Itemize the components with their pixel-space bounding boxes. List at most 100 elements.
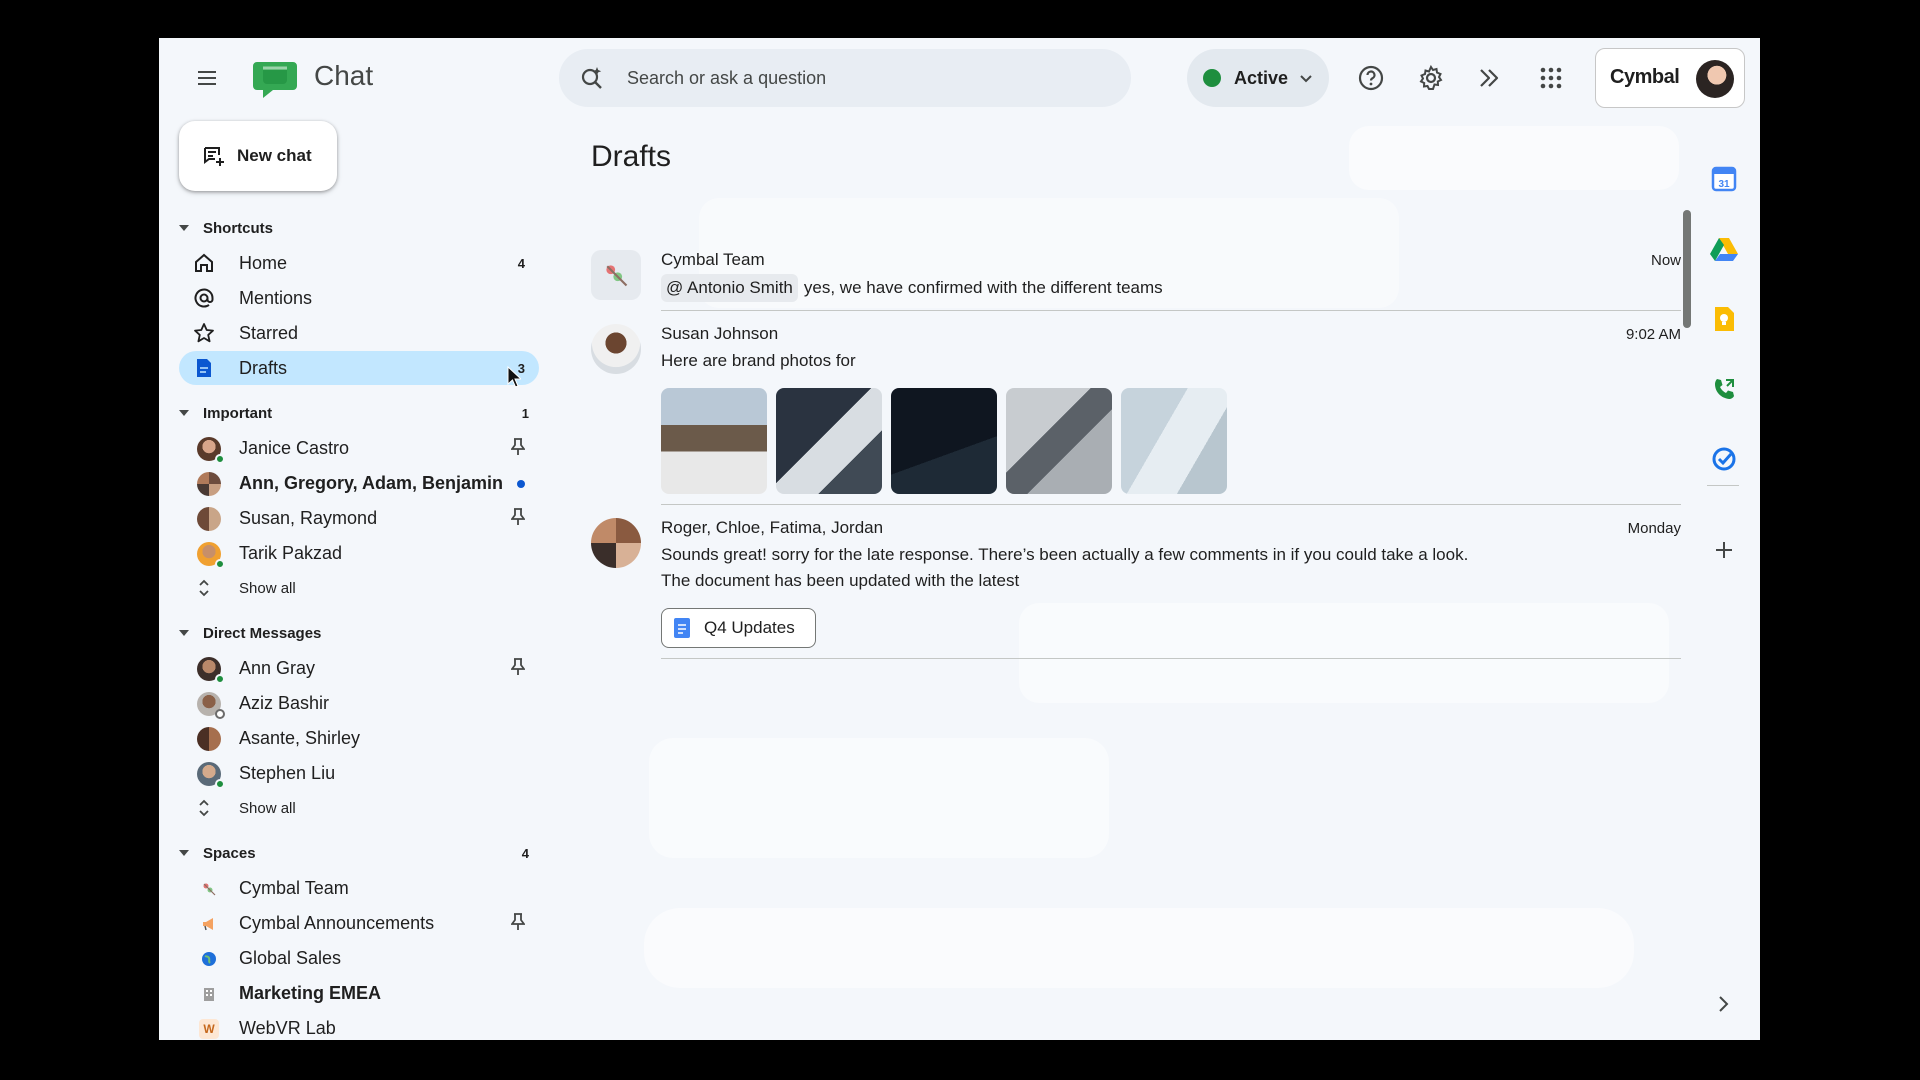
apps-button[interactable] <box>1533 60 1569 96</box>
section-label: Important <box>203 404 273 422</box>
draft-message[interactable]: Susan Johnson 9:02 AM Here are brand pho… <box>591 324 1681 504</box>
app-window: Chat Active Cy <box>159 38 1760 1040</box>
search-input[interactable] <box>627 49 1107 107</box>
section-shortcuts[interactable]: Shortcuts <box>179 216 529 240</box>
calendar-app-button[interactable]: 31 <box>1709 164 1739 194</box>
attachment-name: Q4 Updates <box>704 618 795 637</box>
plus-icon <box>1716 542 1732 558</box>
section-direct-messages[interactable]: Direct Messages <box>179 621 529 645</box>
pin-icon[interactable] <box>510 437 526 459</box>
divider <box>661 310 1681 311</box>
voice-app-button[interactable] <box>1709 374 1739 404</box>
sidebar-item-home[interactable]: Home 4 <box>179 246 539 280</box>
divider <box>661 504 1681 505</box>
pin-icon[interactable] <box>510 912 526 934</box>
settings-button[interactable] <box>1413 60 1449 96</box>
draft-icon <box>193 357 215 379</box>
message-text: @ Antonio Smith yes, we have confirmed wi… <box>661 274 1163 302</box>
collapse-icon <box>179 410 189 416</box>
doc-attachment-chip[interactable]: Q4 Updates <box>661 608 816 648</box>
tasks-icon <box>1712 447 1736 471</box>
pin-icon[interactable] <box>510 657 526 679</box>
sidebar-item-cymbal-announcements[interactable]: Cymbal Announcements <box>179 906 539 940</box>
sidebar-item-label: Drafts <box>239 357 288 378</box>
show-all-direct-messages[interactable]: Show all <box>179 791 539 825</box>
rail-divider <box>1707 485 1739 486</box>
sidebar-item-drafts[interactable]: Drafts 3 <box>179 351 539 385</box>
draft-message[interactable]: Roger, Chloe, Fatima, Jordan Monday Soun… <box>591 518 1681 648</box>
timestamp: 9:02 AM <box>1625 326 1681 343</box>
sender-name: Roger, Chloe, Fatima, Jordan <box>661 518 884 537</box>
sidebar-item-group-chat[interactable]: Ann, Gregory, Adam, Benjamin <box>179 466 539 500</box>
sidebar-item-starred[interactable]: Starred <box>179 316 539 350</box>
expand-side-panel-button[interactable] <box>1709 989 1739 1019</box>
sidebar-item-marketing-emea[interactable]: Marketing EMEA <box>179 976 539 1010</box>
sidebar-item-label: Tarik Pakzad <box>239 542 343 563</box>
message-body-line-1: Sounds great! sorry for the late respons… <box>661 545 1469 564</box>
sidebar-item-ann-gray[interactable]: Ann Gray <box>179 651 539 685</box>
space-emoji-icon <box>199 879 219 899</box>
sidebar-item-label: WebVR Lab <box>239 1017 336 1038</box>
space-letter-icon: W <box>199 1019 219 1039</box>
divider <box>661 658 1681 659</box>
sender-name: Cymbal Team <box>661 250 765 269</box>
message-body-line-2: The document has been updated with the l… <box>661 571 1020 590</box>
scrollbar-thumb[interactable] <box>1683 210 1691 328</box>
sidebar-item-mentions[interactable]: Mentions <box>179 281 539 315</box>
help-button[interactable] <box>1353 60 1389 96</box>
sidebar-item-tarik-pakzad[interactable]: Tarik Pakzad <box>179 536 539 570</box>
keep-icon <box>1715 307 1734 331</box>
photo-thumbnail[interactable] <box>891 388 997 494</box>
keep-app-button[interactable] <box>1709 304 1739 334</box>
photo-strip <box>661 388 1261 494</box>
sidebar-item-asante-shirley[interactable]: Asante, Shirley <box>179 721 539 755</box>
sidebar-item-webvr-lab[interactable]: W WebVR Lab <box>179 1011 539 1040</box>
sidebar-item-cymbal-team[interactable]: Cymbal Team <box>179 871 539 905</box>
section-spaces[interactable]: Spaces 4 <box>179 841 529 865</box>
drafts-panel: Drafts Cymbal Team Now @ Antonio Smith ye… <box>559 118 1681 1040</box>
account-switcher[interactable]: Cymbal <box>1595 48 1745 108</box>
avatar <box>591 324 641 374</box>
sidebar-item-label: Stephen Liu <box>239 762 336 783</box>
photo-thumbnail[interactable] <box>776 388 882 494</box>
show-all-label: Show all <box>239 799 296 817</box>
avatar[interactable] <box>1696 60 1734 98</box>
mouse-cursor-icon <box>507 366 521 388</box>
main-menu-button[interactable] <box>189 60 225 96</box>
sender-name: Susan Johnson <box>661 324 779 343</box>
photo-thumbnail[interactable] <box>1006 388 1112 494</box>
chevron-down-icon <box>1300 75 1312 83</box>
photo-thumbnail[interactable] <box>1121 388 1227 494</box>
brand-logo: Cymbal <box>1610 66 1680 88</box>
show-all-label: Show all <box>239 579 296 597</box>
phone-icon <box>1715 379 1734 399</box>
status-dropdown[interactable]: Active <box>1187 49 1329 107</box>
gemini-button[interactable] <box>1473 60 1509 96</box>
sidebar-item-janice-castro[interactable]: Janice Castro <box>179 431 539 465</box>
sidebar-item-global-sales[interactable]: Global Sales <box>179 941 539 975</box>
sidebar-item-stephen-liu[interactable]: Stephen Liu <box>179 756 539 790</box>
new-chat-button[interactable]: New chat <box>179 121 337 191</box>
section-count: 4 <box>521 845 529 861</box>
add-app-button[interactable] <box>1709 535 1739 565</box>
unread-dot <box>517 476 525 491</box>
sidebar-item-label: Cymbal Announcements <box>239 912 435 933</box>
avatar <box>197 727 221 751</box>
collapse-icon <box>179 630 189 636</box>
sidebar-item-label: Susan, Raymond <box>239 507 378 528</box>
mention-chip[interactable]: @ Antonio Smith <box>661 274 798 302</box>
tasks-app-button[interactable] <box>1709 444 1739 474</box>
drive-app-button[interactable] <box>1709 234 1739 264</box>
sidebar-item-aziz-bashir[interactable]: Aziz Bashir <box>179 686 539 720</box>
presence-dot <box>215 709 225 719</box>
sidebar-item-label: Global Sales <box>239 947 342 968</box>
sidebar-item-susan-raymond[interactable]: Susan, Raymond <box>179 501 539 535</box>
search-bar[interactable] <box>559 49 1131 107</box>
show-all-important[interactable]: Show all <box>179 571 539 605</box>
pin-icon[interactable] <box>510 507 526 529</box>
presence-dot <box>215 559 225 569</box>
section-important[interactable]: Important 1 <box>179 401 529 425</box>
sidebar-item-label: Ann, Gregory, Adam, Benjamin <box>239 472 504 493</box>
photo-thumbnail[interactable] <box>661 388 767 494</box>
double-chevron-icon <box>1480 69 1499 87</box>
